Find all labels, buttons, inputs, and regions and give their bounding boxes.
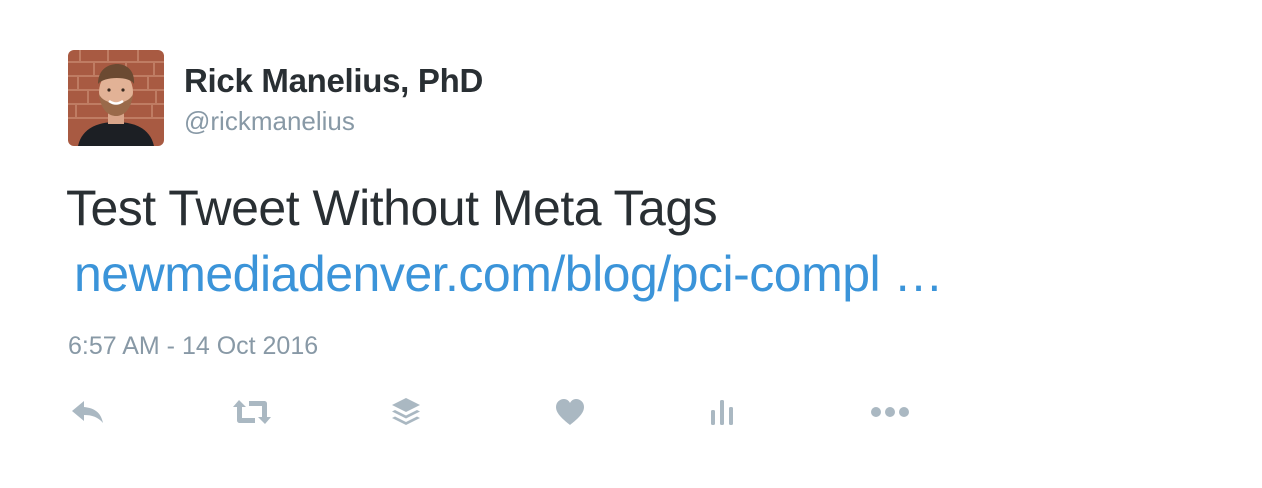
tweet-text: Test Tweet Without Meta Tags	[66, 180, 718, 236]
heart-icon	[555, 398, 585, 426]
embedded-tweet: Rick Manelius, PhD @rickmanelius Test Tw…	[0, 0, 1262, 488]
retweet-icon	[231, 398, 273, 426]
more-dots-icon	[870, 406, 910, 418]
like-button[interactable]	[552, 394, 588, 430]
retweet-button[interactable]	[230, 394, 274, 430]
buffer-button[interactable]	[388, 394, 424, 430]
avatar[interactable]	[68, 50, 164, 146]
bar-chart-icon	[709, 398, 735, 426]
reply-icon	[70, 399, 106, 425]
layers-icon	[390, 396, 422, 428]
reply-button[interactable]	[68, 394, 108, 430]
more-button[interactable]	[868, 394, 912, 430]
analytics-button[interactable]	[706, 394, 738, 430]
author-handle[interactable]: @rickmanelius	[184, 106, 355, 137]
author-name[interactable]: Rick Manelius, PhD	[184, 62, 483, 100]
tweet-link[interactable]: newmediadenver.com/blog/pci-compl …	[74, 242, 944, 306]
tweet-timestamp[interactable]: 6:57 AM - 14 Oct 2016	[68, 332, 318, 361]
